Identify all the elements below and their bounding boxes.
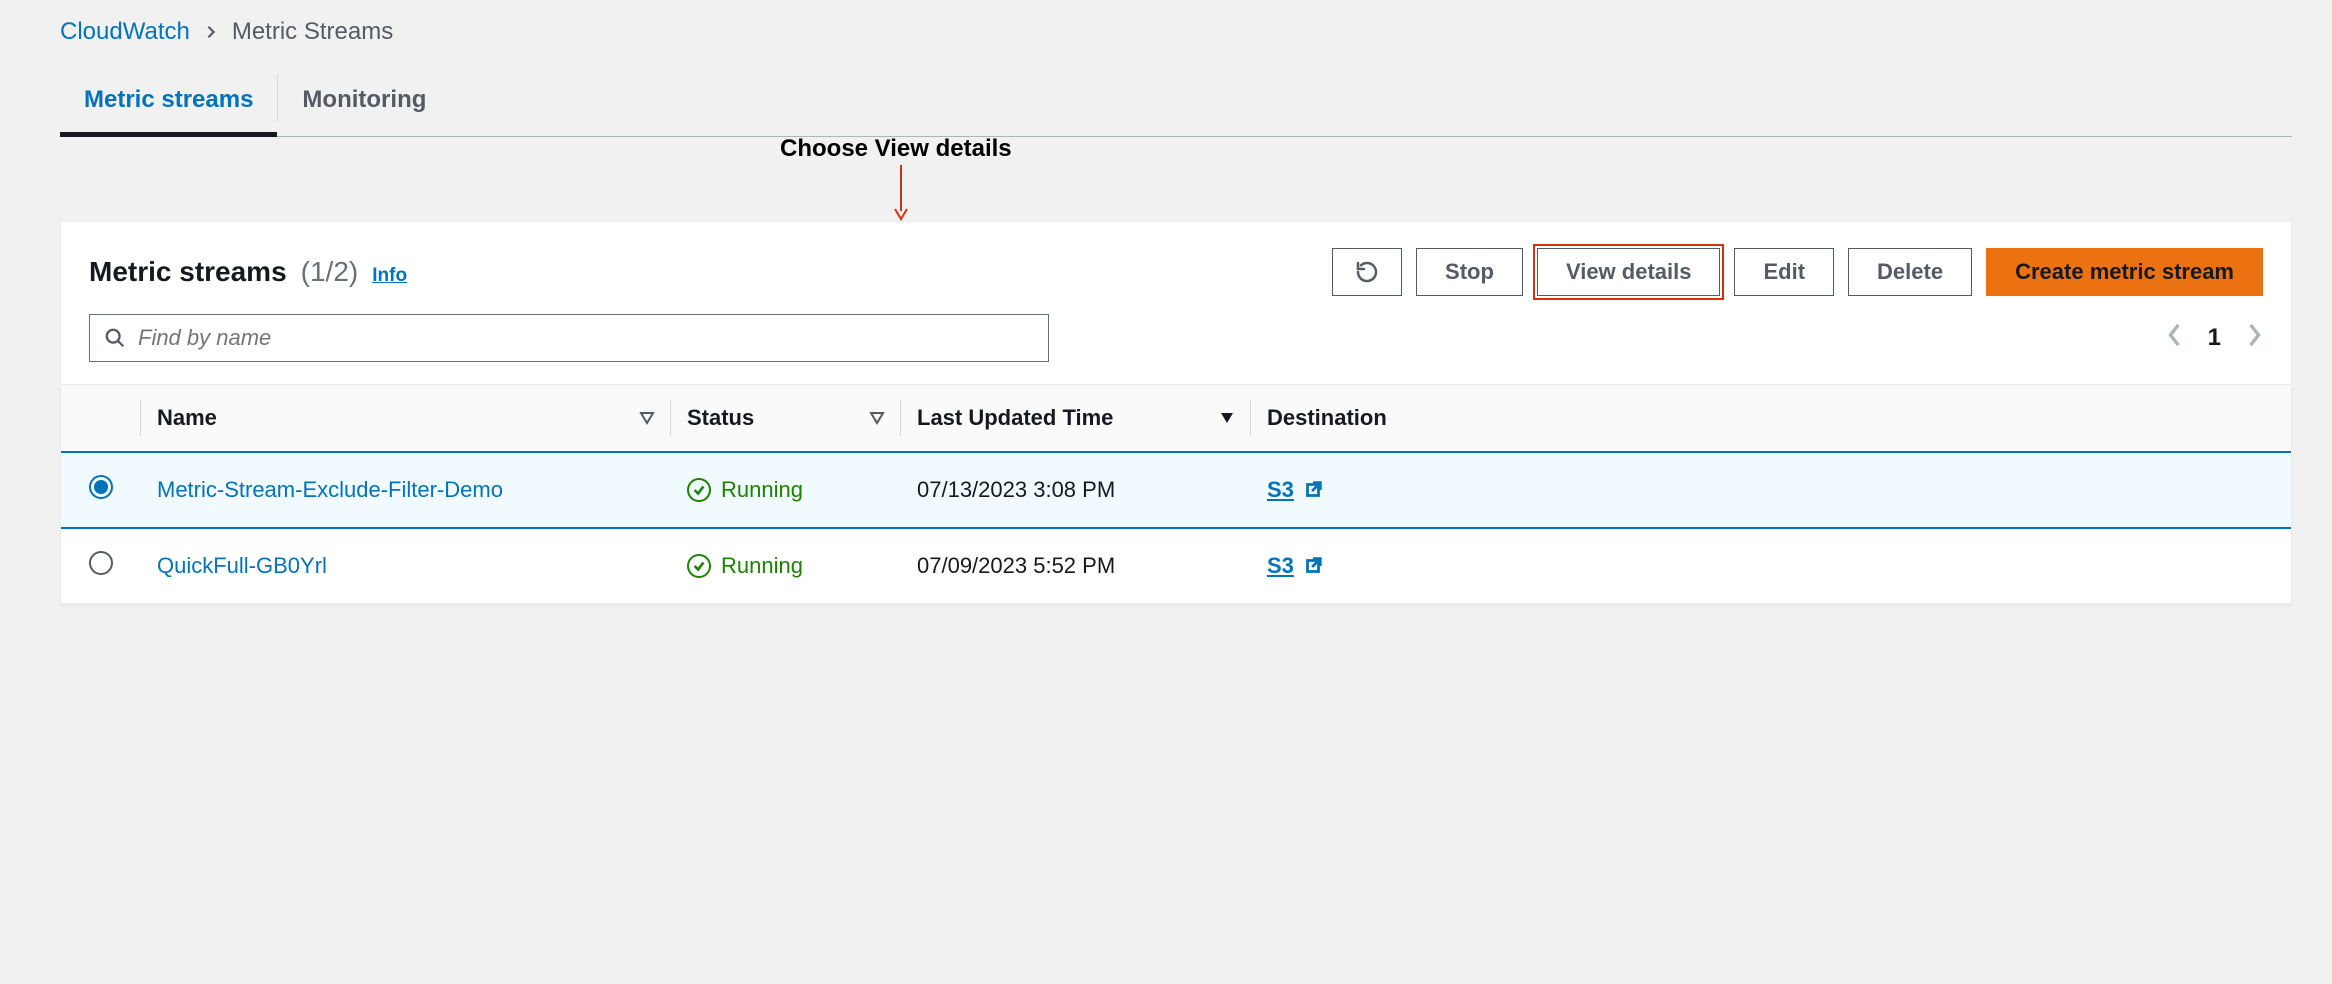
sort-active-icon: [1219, 405, 1235, 431]
chevron-left-icon: [2166, 321, 2184, 349]
tab-monitoring[interactable]: Monitoring: [278, 72, 450, 136]
last-updated-cell: 07/09/2023 5:52 PM: [901, 528, 1251, 604]
panel-title-text: Metric streams: [89, 256, 287, 288]
row-radio[interactable]: [89, 551, 113, 575]
breadcrumb: CloudWatch Metric Streams: [60, 18, 2292, 46]
check-circle-icon: [687, 478, 711, 502]
column-name[interactable]: Name: [141, 385, 671, 453]
tabs: Metric streams Monitoring: [60, 72, 2292, 137]
panel-actions: Stop View details Edit Delete Create met…: [1332, 248, 2263, 296]
pager-next[interactable]: [2245, 321, 2263, 356]
metric-streams-panel: Metric streams (1/2) Info Stop View deta…: [60, 221, 2292, 605]
delete-button[interactable]: Delete: [1848, 248, 1972, 296]
column-status[interactable]: Status: [671, 385, 901, 453]
annotation-text: Choose View details: [780, 135, 1012, 163]
search-row: 1: [61, 314, 2291, 384]
edit-button[interactable]: Edit: [1734, 248, 1834, 296]
breadcrumb-root-link[interactable]: CloudWatch: [60, 18, 190, 46]
destination-text: S3: [1267, 477, 1294, 503]
search-box[interactable]: [89, 314, 1049, 362]
column-last-updated[interactable]: Last Updated Time: [901, 385, 1251, 453]
last-updated-cell: 07/13/2023 3:08 PM: [901, 452, 1251, 528]
panel-header: Metric streams (1/2) Info Stop View deta…: [61, 222, 2291, 314]
destination-text: S3: [1267, 553, 1294, 579]
chevron-right-icon: [204, 18, 218, 46]
destination-link[interactable]: S3: [1267, 477, 1324, 503]
chevron-right-icon: [2245, 321, 2263, 349]
column-status-label: Status: [687, 405, 754, 430]
breadcrumb-current: Metric Streams: [232, 18, 393, 46]
refresh-icon: [1355, 260, 1379, 284]
status-text: Running: [721, 553, 803, 579]
column-destination[interactable]: Destination: [1251, 385, 2291, 453]
external-link-icon: [1302, 555, 1324, 577]
stream-name-link[interactable]: Metric-Stream-Exclude-Filter-Demo: [157, 477, 503, 502]
arrow-down-icon: [892, 165, 910, 221]
panel-title-count: (1/2): [301, 256, 359, 288]
check-circle-icon: [687, 554, 711, 578]
column-destination-label: Destination: [1267, 405, 1387, 430]
pager-page-number: 1: [2208, 324, 2221, 352]
stream-name-link[interactable]: QuickFull-GB0Yrl: [157, 553, 327, 578]
table-row[interactable]: Metric-Stream-Exclude-Filter-Demo Runnin…: [61, 452, 2291, 528]
row-radio[interactable]: [89, 475, 113, 499]
info-link[interactable]: Info: [372, 265, 407, 287]
panel-title: Metric streams (1/2) Info: [89, 256, 407, 288]
stop-button[interactable]: Stop: [1416, 248, 1523, 296]
status-badge: Running: [687, 553, 803, 579]
column-select: [61, 385, 141, 453]
tab-metric-streams[interactable]: Metric streams: [60, 72, 277, 136]
column-last-updated-label: Last Updated Time: [917, 405, 1113, 430]
table-row[interactable]: QuickFull-GB0Yrl Running 07/09/2023 5:52…: [61, 528, 2291, 604]
status-badge: Running: [687, 477, 803, 503]
sort-icon: [639, 405, 655, 431]
column-name-label: Name: [157, 405, 217, 430]
annotation: Choose View details: [60, 147, 2292, 221]
pager-prev[interactable]: [2166, 321, 2184, 356]
search-input[interactable]: [138, 325, 1034, 351]
status-text: Running: [721, 477, 803, 503]
create-metric-stream-button[interactable]: Create metric stream: [1986, 248, 2263, 296]
destination-link[interactable]: S3: [1267, 553, 1324, 579]
metric-streams-table: Name Status Last Updated Time: [61, 384, 2291, 604]
external-link-icon: [1302, 479, 1324, 501]
refresh-button[interactable]: [1332, 248, 1402, 296]
pager: 1: [2166, 321, 2263, 356]
sort-icon: [869, 405, 885, 431]
view-details-button[interactable]: View details: [1537, 248, 1721, 296]
search-icon: [104, 327, 126, 349]
